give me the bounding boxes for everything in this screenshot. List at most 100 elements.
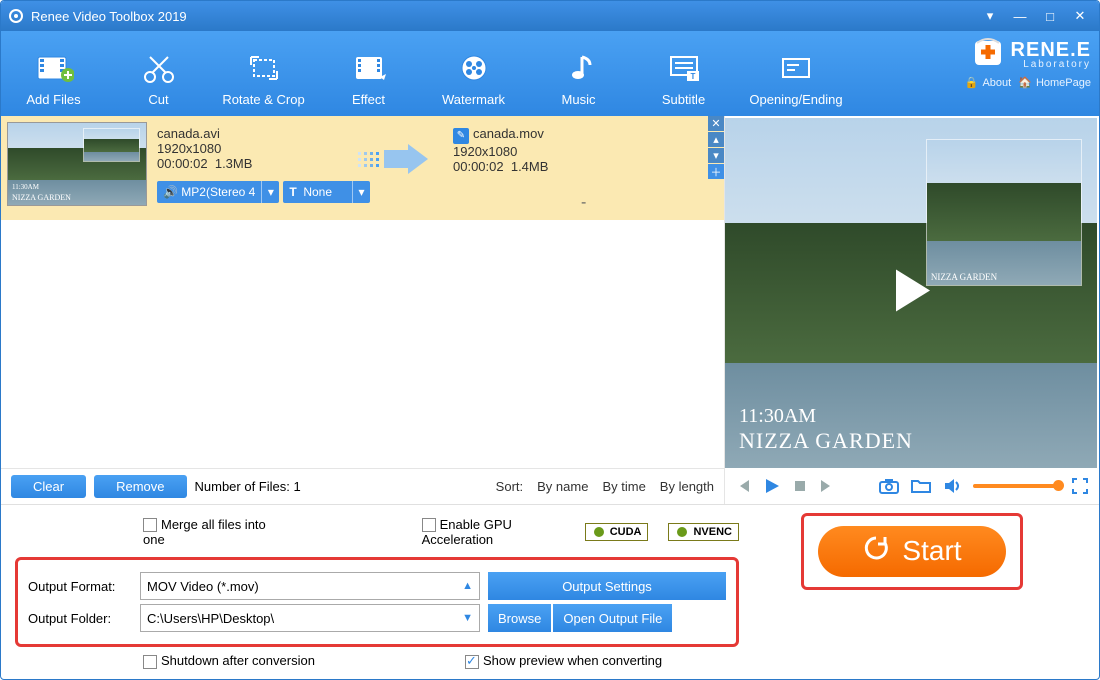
chevron-down-icon[interactable]: ▾	[352, 181, 370, 203]
maximize-button[interactable]: □	[1037, 6, 1063, 26]
file-count: Number of Files: 1	[195, 479, 301, 494]
rotate-crop-button[interactable]: Rotate & Crop	[211, 40, 316, 107]
output-file-duration: 00:00:02	[453, 159, 504, 174]
browse-button[interactable]: Browse	[488, 604, 551, 632]
row-side-buttons: ✕ ▴ ▾ ＋	[708, 116, 724, 180]
sort-label: Sort:	[496, 479, 523, 494]
play-overlay-icon[interactable]	[884, 263, 938, 322]
next-track-icon[interactable]	[819, 478, 835, 494]
opening-ending-button[interactable]: Opening/Ending	[736, 40, 856, 107]
preview-time-overlay: 11:30AM	[739, 405, 816, 428]
opening-ending-icon	[736, 48, 856, 88]
brand-area: RENE.E Laboratory 🔒About 🏠HomePage	[961, 35, 1091, 89]
gpu-checkbox[interactable]: Enable GPU Acceleration	[422, 517, 565, 548]
minimize-button[interactable]: —	[1007, 6, 1033, 26]
preview-controls	[725, 468, 1099, 504]
row-add-button[interactable]: ＋	[708, 164, 724, 180]
sort-by-name[interactable]: By name	[537, 479, 588, 494]
arrow-icon	[356, 142, 436, 176]
cut-icon	[106, 48, 211, 88]
toolbar-label: Music	[526, 92, 631, 107]
open-folder-icon[interactable]	[911, 478, 931, 494]
lock-icon: 🔒	[965, 77, 979, 89]
edit-icon[interactable]: ✎	[453, 128, 469, 144]
clear-button[interactable]: Clear	[11, 475, 86, 498]
output-folder-combo[interactable]: C:\Users\HP\Desktop\▼	[140, 604, 480, 632]
homepage-link[interactable]: HomePage	[1036, 77, 1091, 89]
row-up-button[interactable]: ▴	[708, 132, 724, 148]
app-title: Renee Video Toolbox 2019	[31, 9, 187, 24]
show-preview-checkbox[interactable]: Show preview when converting	[465, 653, 662, 669]
stop-icon[interactable]	[793, 479, 807, 493]
open-output-file-button[interactable]: Open Output File	[553, 604, 672, 632]
toolbar-label: Opening/Ending	[736, 92, 856, 107]
merge-checkbox[interactable]: Merge all files into one	[143, 517, 272, 548]
music-icon	[526, 48, 631, 88]
svg-text:T: T	[690, 72, 695, 81]
toolbar-label: Subtitle	[631, 92, 736, 107]
effect-icon	[316, 48, 421, 88]
toolbar-label: Add Files	[1, 92, 106, 107]
subtitle-dash: -	[581, 194, 586, 212]
effect-button[interactable]: Effect	[316, 40, 421, 107]
volume-icon[interactable]	[943, 478, 961, 494]
rotate-crop-icon	[211, 48, 316, 88]
bottom-panel: Merge all files into one Enable GPU Acce…	[1, 504, 1099, 679]
cuda-badge: CUDA	[585, 523, 649, 541]
volume-slider[interactable]	[973, 484, 1059, 488]
list-footer: Clear Remove Number of Files: 1 Sort: By…	[1, 468, 724, 504]
subtitle-icon: T	[631, 48, 736, 88]
sort-by-time[interactable]: By time	[602, 479, 645, 494]
output-file-size: 1.4MB	[511, 159, 549, 174]
toolbar-label: Cut	[106, 92, 211, 107]
output-settings-highlight: Output Format: MOV Video (*.mov)▲ Output…	[15, 557, 739, 647]
cut-button[interactable]: Cut	[106, 40, 211, 107]
main-toolbar: Add Files Cut Rotate & Crop Effect Water…	[1, 31, 1099, 116]
watermark-button[interactable]: Watermark	[421, 40, 526, 107]
output-file-info: ✎ canada.mov 1920x1080 00:00:02 1.4MB	[453, 126, 548, 174]
file-list: 11:30AM NIZZA GARDEN canada.avi 1920x108…	[1, 116, 724, 468]
add-files-icon	[1, 48, 106, 88]
watermark-icon	[421, 48, 526, 88]
chevron-down-icon[interactable]: ▾	[261, 181, 279, 203]
shutdown-checkbox[interactable]: Shutdown after conversion	[143, 653, 315, 669]
remove-button[interactable]: Remove	[94, 475, 186, 498]
preview-caption-overlay: NIZZA GARDEN	[739, 428, 913, 454]
home-icon: 🏠	[1018, 77, 1032, 89]
subtitle-button[interactable]: T Subtitle	[631, 40, 736, 107]
row-down-button[interactable]: ▾	[708, 148, 724, 164]
chevron-down-icon: ▼	[462, 612, 473, 624]
title-bar: Renee Video Toolbox 2019 ▾ — □ ✕	[1, 1, 1099, 31]
output-file-res: 1920x1080	[453, 144, 548, 159]
start-button[interactable]: Start	[818, 526, 1005, 577]
brand-sub: Laboratory	[1011, 59, 1091, 70]
fullscreen-icon[interactable]	[1071, 477, 1089, 495]
video-preview[interactable]: NIZZA GARDEN 11:30AM NIZZA GARDEN	[725, 118, 1097, 468]
menu-dropdown-icon[interactable]: ▾	[977, 6, 1003, 26]
toolbar-label: Rotate & Crop	[211, 92, 316, 107]
input-file-name: canada.avi	[157, 126, 417, 141]
output-format-combo[interactable]: MOV Video (*.mov)▲	[140, 572, 480, 600]
output-file-name: canada.mov	[473, 126, 544, 141]
file-row[interactable]: 11:30AM NIZZA GARDEN canada.avi 1920x108…	[1, 116, 724, 220]
add-files-button[interactable]: Add Files	[1, 40, 106, 107]
subtitle-pill[interactable]: T None▾	[283, 181, 370, 203]
chevron-up-icon: ▲	[462, 580, 473, 592]
music-button[interactable]: Music	[526, 40, 631, 107]
app-logo-icon	[7, 7, 25, 25]
close-button[interactable]: ✕	[1067, 6, 1093, 26]
toolbar-label: Watermark	[421, 92, 526, 107]
snapshot-icon[interactable]	[879, 478, 899, 494]
prev-track-icon[interactable]	[735, 478, 751, 494]
about-link[interactable]: About	[982, 77, 1011, 89]
audio-pill[interactable]: 🔊 MP2(Stereo 4▾	[157, 181, 279, 203]
nvenc-badge: NVENC	[668, 523, 739, 541]
sort-by-length[interactable]: By length	[660, 479, 714, 494]
toolbar-label: Effect	[316, 92, 421, 107]
start-highlight: Start	[801, 513, 1022, 590]
output-settings-button[interactable]: Output Settings	[488, 572, 726, 600]
play-icon[interactable]	[763, 477, 781, 495]
output-folder-label: Output Folder:	[28, 611, 140, 626]
row-close-button[interactable]: ✕	[708, 116, 724, 132]
input-file-size: 1.3MB	[215, 156, 253, 171]
